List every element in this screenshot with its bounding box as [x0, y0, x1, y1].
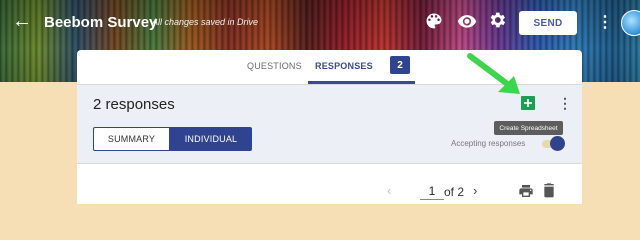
summary-button[interactable]: SUMMARY: [93, 127, 170, 151]
eye-icon[interactable]: [456, 11, 478, 31]
annotation-arrow-icon: [467, 53, 520, 94]
print-icon[interactable]: [518, 183, 534, 199]
delete-icon[interactable]: [542, 182, 556, 198]
save-status: All changes saved in Drive: [152, 17, 259, 27]
accepting-responses-toggle[interactable]: [550, 136, 565, 151]
responses-card: 2 responses ⋮ Create Spreadsheet SUMMARY…: [77, 84, 582, 204]
page-number-input[interactable]: [420, 182, 444, 200]
page-total: of 2: [444, 185, 465, 199]
avatar[interactable]: [621, 10, 640, 36]
responses-title: 2 responses: [93, 96, 175, 113]
more-options-icon[interactable]: ⋮: [558, 95, 572, 112]
accepting-responses-label: Accepting responses: [451, 139, 526, 148]
tab-questions[interactable]: QUESTIONS: [247, 61, 302, 71]
tab-responses[interactable]: RESPONSES: [315, 61, 373, 71]
palette-icon[interactable]: [424, 11, 444, 31]
back-arrow-icon[interactable]: ←: [12, 11, 32, 31]
individual-button[interactable]: INDIVIDUAL: [170, 127, 252, 151]
next-page-icon[interactable]: ›: [473, 183, 477, 198]
gear-icon[interactable]: [487, 10, 507, 30]
create-spreadsheet-tooltip: Create Spreadsheet: [494, 121, 563, 135]
responses-count-badge: 2: [390, 56, 410, 74]
previous-page-icon[interactable]: ‹: [387, 183, 391, 198]
more-vert-icon[interactable]: ⋮: [597, 12, 613, 32]
form-title[interactable]: Beebom Survey: [44, 14, 157, 31]
send-button[interactable]: SEND: [519, 11, 577, 35]
